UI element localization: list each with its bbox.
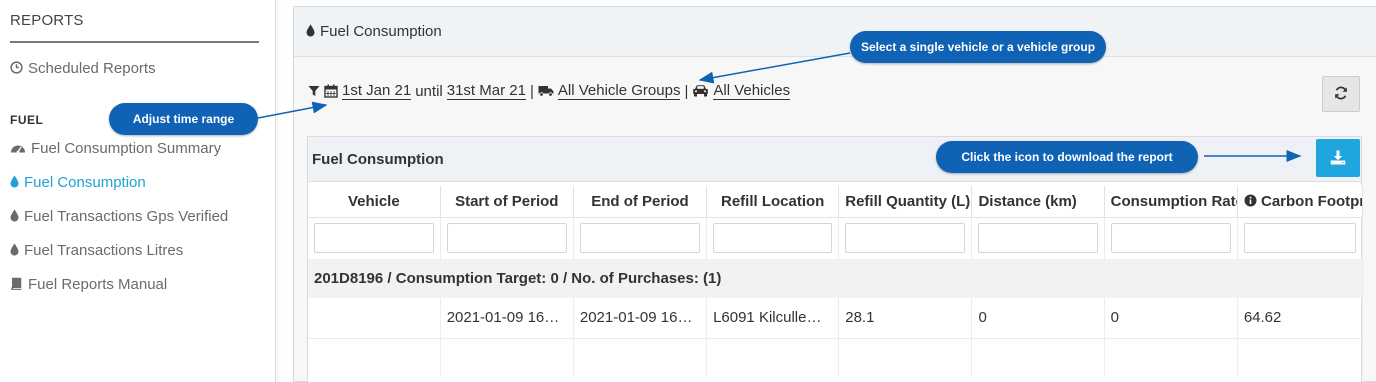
separator: | [684,83,689,100]
cell-consumption-rate: 0 [1104,298,1238,338]
vehicles-link[interactable]: All Vehicles [713,83,791,100]
filter-input-start-of-period[interactable] [446,223,567,254]
download-button[interactable] [1316,139,1360,177]
droplet-icon [10,243,19,258]
column-header-start-of-period[interactable]: Start of Period [440,186,574,218]
group-row[interactable]: 201D8196 / Consumption Target: 0 / No. o… [308,259,1363,298]
until-label: until [415,83,443,100]
sidebar-item-fuel-reports-manual[interactable]: Fuel Reports Manual [10,276,167,293]
refresh-button[interactable] [1322,76,1360,112]
sidebar: REPORTS Scheduled Reports FUEL Fuel Cons… [0,0,276,382]
sidebar-item-label: Fuel Transactions Gps Verified [24,208,229,225]
column-header-refill-location[interactable]: Refill Location [706,186,840,218]
info-icon [1244,194,1257,208]
group-label: 201D8196 / Consumption Target: 0 / No. o… [308,259,1363,298]
droplet-icon [10,209,19,224]
report-card: Fuel Consumption Vehicle Start of Period [307,136,1364,382]
sidebar-item-label: Fuel Reports Manual [28,276,168,293]
column-header-consumption-rate[interactable]: Consumption Rate [1104,186,1238,218]
truck-icon [538,85,554,99]
sidebar-title: REPORTS [10,12,84,29]
sidebar-item-fuel-transactions-litres[interactable]: Fuel Transactions Litres [10,242,183,259]
column-header-label: Carbon Footprint [1260,192,1362,210]
column-header-end-of-period[interactable]: End of Period [573,186,708,218]
sidebar-item-fuel-transactions-gps-verified[interactable]: Fuel Transactions Gps Verified [10,208,228,225]
sidebar-item-fuel-consumption-summary[interactable]: Fuel Consumption Summary [10,140,221,157]
sidebar-section-fuel: FUEL [10,113,44,127]
column-header-vehicle[interactable]: Vehicle [308,186,441,218]
report-panel: Fuel Consumption 1st Jan 21 until 31st M… [293,6,1376,382]
cell-refill-quantity: 28.1 [838,298,973,338]
panel-title: Fuel Consumption [320,23,442,40]
column-header-carbon-footprint[interactable]: Carbon Footprint [1237,186,1364,218]
sidebar-divider [10,41,259,43]
start-date-link[interactable]: 1st Jan 21 [342,83,412,100]
callout-time-range: Adjust time range [109,103,258,135]
card-header: Fuel Consumption [308,137,1361,182]
callout-vehicle-selection: Select a single vehicle or a vehicle gro… [850,31,1106,63]
sidebar-item-label: Fuel Consumption Summary [31,140,222,157]
clock-icon [10,61,23,76]
calendar-icon [324,84,338,100]
filter-input-distance[interactable] [978,223,1098,254]
droplet-icon [306,24,315,39]
filter-icon [308,85,320,99]
book-icon [10,277,23,292]
separator: | [529,83,534,100]
download-icon [1330,150,1346,167]
filter-input-end-of-period[interactable] [579,223,701,254]
cell-start-of-period: 2021-01-09 16… [440,298,574,338]
dashboard-icon [10,141,26,156]
car-icon [692,84,709,99]
cell-vehicle [308,298,441,338]
vehicle-groups-link[interactable]: All Vehicle Groups [557,83,681,100]
table-header-row: Vehicle Start of Period End of Period Re… [308,186,1364,218]
filter-input-refill-quantity[interactable] [845,223,966,254]
filter-bar: 1st Jan 21 until 31st Mar 21 | All Vehic… [308,83,791,100]
sidebar-item-label: Scheduled Reports [28,60,156,77]
cell-refill-location: L6091 Kilculle… [706,298,840,338]
droplet-icon [10,175,19,190]
report-table: Vehicle Start of Period End of Period Re… [308,186,1364,376]
cell-distance: 0 [971,298,1105,338]
cell-end-of-period: 2021-01-09 16… [573,298,708,338]
panel-header: Fuel Consumption [294,7,1376,57]
filter-input-refill-location[interactable] [713,223,833,254]
sidebar-item-scheduled-reports[interactable]: Scheduled Reports [10,60,156,77]
table-row-empty [308,337,1364,376]
refresh-icon [1334,86,1348,102]
column-header-refill-quantity[interactable]: Refill Quantity (L) [838,186,973,218]
filter-input-carbon-footprint[interactable] [1243,223,1356,254]
sidebar-item-label: Fuel Consumption [24,174,146,191]
sidebar-item-fuel-consumption[interactable]: Fuel Consumption [10,174,146,191]
card-title: Fuel Consumption [312,151,444,168]
column-filter-row [308,217,1364,259]
end-date-link[interactable]: 31st Mar 21 [446,83,526,100]
cell-carbon-footprint: 64.62 [1237,298,1364,338]
filter-input-vehicle[interactable] [314,223,434,254]
filter-input-consumption-rate[interactable] [1110,223,1231,254]
callout-download: Click the icon to download the report [936,141,1198,173]
sidebar-item-label: Fuel Transactions Litres [24,242,184,259]
table-row[interactable]: 2021-01-09 16… 2021-01-09 16… L6091 Kilc… [308,298,1364,338]
column-header-distance[interactable]: Distance (km) [971,186,1105,218]
